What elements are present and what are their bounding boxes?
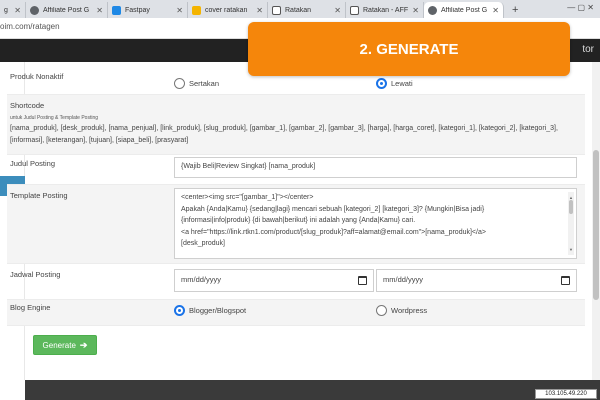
browser-tab[interactable]: Affiliate Post G ✕	[26, 2, 108, 18]
template-line: <center><img src="[gambar_1]"></center>	[181, 194, 314, 201]
globe-icon	[428, 5, 437, 15]
produk-nonaktif-label: Produk Nonaktif	[10, 72, 64, 81]
radio-button[interactable]	[174, 78, 185, 89]
scroll-down-icon[interactable]: ▼	[568, 244, 574, 256]
template-line: [desk_produk]	[181, 240, 225, 247]
shortcode-row: Shortcode untuk Judul Posting & Template…	[7, 95, 585, 155]
browser-tab-active[interactable]: Affiliate Post G ✕	[424, 2, 504, 18]
close-tab-icon[interactable]: ✕	[176, 6, 183, 15]
arrow-right-icon: ➔	[79, 339, 88, 350]
globe-icon	[30, 5, 39, 15]
close-tab-icon[interactable]: ✕	[256, 6, 263, 15]
start-date-input[interactable]: mm/dd/yyyy	[174, 269, 374, 292]
shortcode-note: untuk Judul Posting & Template Posting	[10, 115, 99, 121]
template-line: <a href="https://link.rtkn1.com/product/…	[181, 228, 486, 236]
fastpay-icon	[112, 5, 121, 15]
shortcode-label: Shortcode	[10, 101, 45, 110]
end-date-input[interactable]: mm/dd/yyyy	[376, 269, 577, 292]
blog-engine-row: Blog Engine Blogger/Blogspot Wordpress	[7, 300, 585, 326]
page-icon	[272, 5, 281, 15]
radio-lewati[interactable]: Lewati	[376, 78, 413, 89]
ip-badge: 103.105.49.220	[535, 389, 597, 399]
close-tab-icon[interactable]: ✕	[14, 6, 21, 15]
jadwal-posting-row: Jadwal Posting mm/dd/yyyy mm/dd/yyyy	[7, 264, 585, 300]
calendar-icon[interactable]	[358, 276, 367, 285]
template-line: Apakah {Anda|Kamu} {sedang|lagi} mencari…	[181, 205, 485, 213]
template-posting-label: Template Posting	[10, 191, 68, 200]
radio-sertakan[interactable]: Sertakan	[174, 78, 219, 89]
radio-label: Blogger/Blogspot	[189, 306, 247, 315]
template-line: {informasi|info|produk} {di bawah|beriku…	[181, 217, 416, 224]
radio-label: Lewati	[391, 79, 413, 88]
tab-label: Affiliate Post G	[43, 6, 90, 14]
radio-label: Wordpress	[391, 306, 428, 315]
header-right-text: tor	[582, 44, 594, 55]
close-tab-icon[interactable]: ✕	[334, 6, 341, 15]
browser-tab[interactable]: Ratakan ✕	[268, 2, 346, 18]
radio-button-selected[interactable]	[376, 78, 387, 89]
close-tab-icon[interactable]: ✕	[492, 6, 499, 15]
tab-label: Ratakan - AFF	[363, 6, 409, 14]
page-scrollbar[interactable]	[592, 62, 600, 380]
calendar-icon[interactable]	[561, 276, 570, 285]
radio-blogger[interactable]: Blogger/Blogspot	[174, 305, 246, 316]
browser-tab[interactable]: Fastpay ✕	[108, 2, 188, 18]
close-tab-icon[interactable]: ✕	[412, 6, 419, 15]
radio-button[interactable]	[376, 305, 387, 316]
browser-tab[interactable]: cover ratakan ✕	[188, 2, 268, 18]
screen: g ✕ Affiliate Post G ✕ Fastpay ✕ cover r…	[0, 0, 600, 400]
textarea-scrollbar[interactable]: ▲ ▼	[568, 192, 574, 255]
generate-button[interactable]: Generate ➔	[33, 335, 97, 355]
scrollbar-thumb[interactable]	[569, 200, 573, 214]
judul-posting-label: Judul Posting	[10, 159, 56, 168]
scrollbar-thumb[interactable]	[593, 150, 599, 300]
tab-label: Affiliate Post G	[441, 6, 488, 14]
browser-tab[interactable]: g ✕	[0, 2, 26, 18]
template-posting-textarea[interactable]: <center><img src="[gambar_1]"></center> …	[174, 188, 577, 259]
new-tab-button[interactable]: +	[504, 2, 526, 18]
window-controls[interactable]: — ▢ ✕	[567, 3, 594, 12]
url-text[interactable]: oim.com/ratagen	[0, 22, 60, 31]
radio-wordpress[interactable]: Wordpress	[376, 305, 427, 316]
tab-label: cover ratakan	[205, 6, 248, 14]
footer	[25, 380, 600, 400]
jadwal-posting-label: Jadwal Posting	[10, 270, 61, 279]
tab-label: Ratakan	[285, 6, 312, 14]
step-banner: 2. GENERATE	[248, 22, 570, 76]
template-posting-row: Template Posting <center><img src="[gamb…	[7, 185, 585, 264]
tab-label: g	[4, 6, 8, 14]
judul-posting-row: Judul Posting {Wajib Beli|Review Singkat…	[7, 155, 585, 185]
judul-posting-input[interactable]: {Wajib Beli|Review Singkat} [nama_produk…	[174, 157, 577, 178]
date-placeholder: mm/dd/yyyy	[383, 275, 424, 284]
generate-label: Generate	[42, 340, 76, 350]
close-tab-icon[interactable]: ✕	[96, 6, 103, 15]
radio-button-selected[interactable]	[174, 305, 185, 316]
radio-label: Sertakan	[189, 79, 220, 88]
page-icon	[350, 5, 359, 15]
browser-tab-strip: g ✕ Affiliate Post G ✕ Fastpay ✕ cover r…	[0, 0, 600, 18]
browser-tab[interactable]: Ratakan - AFF ✕	[346, 2, 424, 18]
shortcode-list: [nama_produk], [desk_produk], [nama_penj…	[10, 125, 558, 144]
date-placeholder: mm/dd/yyyy	[181, 275, 222, 284]
blog-engine-label: Blog Engine	[10, 303, 51, 312]
tab-label: Fastpay	[125, 6, 150, 14]
slides-icon	[192, 5, 201, 15]
